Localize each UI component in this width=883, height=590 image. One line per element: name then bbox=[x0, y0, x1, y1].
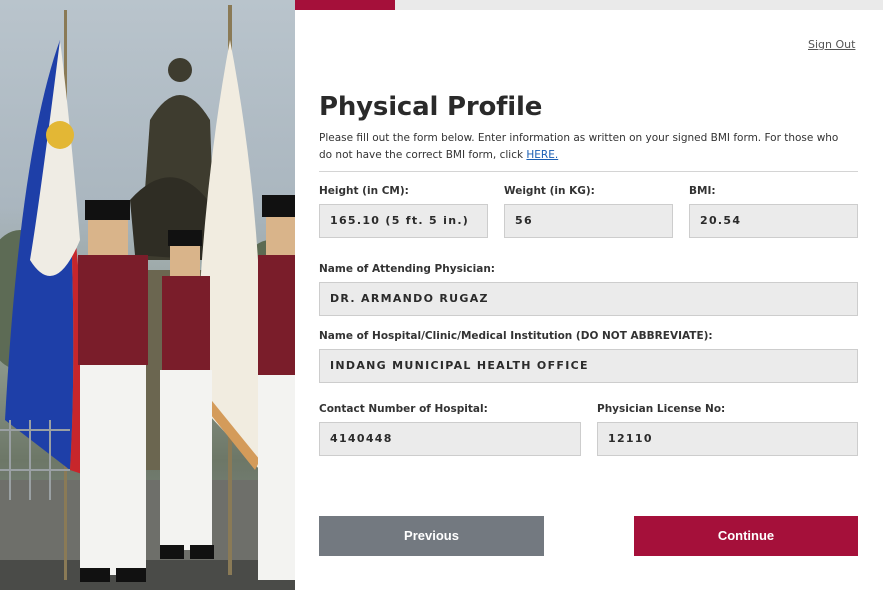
license-label: Physician License No: bbox=[597, 403, 726, 415]
license-field[interactable]: 12110 bbox=[597, 422, 858, 456]
hospital-field[interactable]: INDANG MUNICIPAL HEALTH OFFICE bbox=[319, 349, 858, 383]
physician-field[interactable]: DR. ARMANDO RUGAZ bbox=[319, 282, 858, 316]
height-label: Height (in CM): bbox=[319, 185, 409, 197]
progress-fill bbox=[295, 0, 395, 10]
contact-number-field[interactable]: 4140448 bbox=[319, 422, 581, 456]
cadets-photo-illustration bbox=[0, 5, 295, 590]
page-title: Physical Profile bbox=[319, 92, 543, 122]
progress-track bbox=[295, 0, 883, 10]
bmi-form-link[interactable]: HERE. bbox=[526, 149, 558, 161]
sign-out-link[interactable]: Sign Out bbox=[808, 38, 855, 51]
cadets-photo bbox=[0, 0, 295, 590]
intro-text: Please fill out the form below. Enter in… bbox=[319, 130, 849, 163]
physician-label: Name of Attending Physician: bbox=[319, 263, 495, 275]
weight-field[interactable]: 56 bbox=[504, 204, 673, 238]
continue-button[interactable]: Continue bbox=[634, 516, 858, 556]
divider bbox=[319, 171, 858, 172]
height-field[interactable]: 165.10 (5 ft. 5 in.) bbox=[319, 204, 488, 238]
bmi-label: BMI: bbox=[689, 185, 716, 197]
contact-label: Contact Number of Hospital: bbox=[319, 403, 488, 415]
previous-button[interactable]: Previous bbox=[319, 516, 544, 556]
bmi-field[interactable]: 20.54 bbox=[689, 204, 858, 238]
weight-label: Weight (in KG): bbox=[504, 185, 595, 197]
hospital-label: Name of Hospital/Clinic/Medical Institut… bbox=[319, 330, 713, 342]
intro-text-body: Please fill out the form below. Enter in… bbox=[319, 132, 839, 161]
